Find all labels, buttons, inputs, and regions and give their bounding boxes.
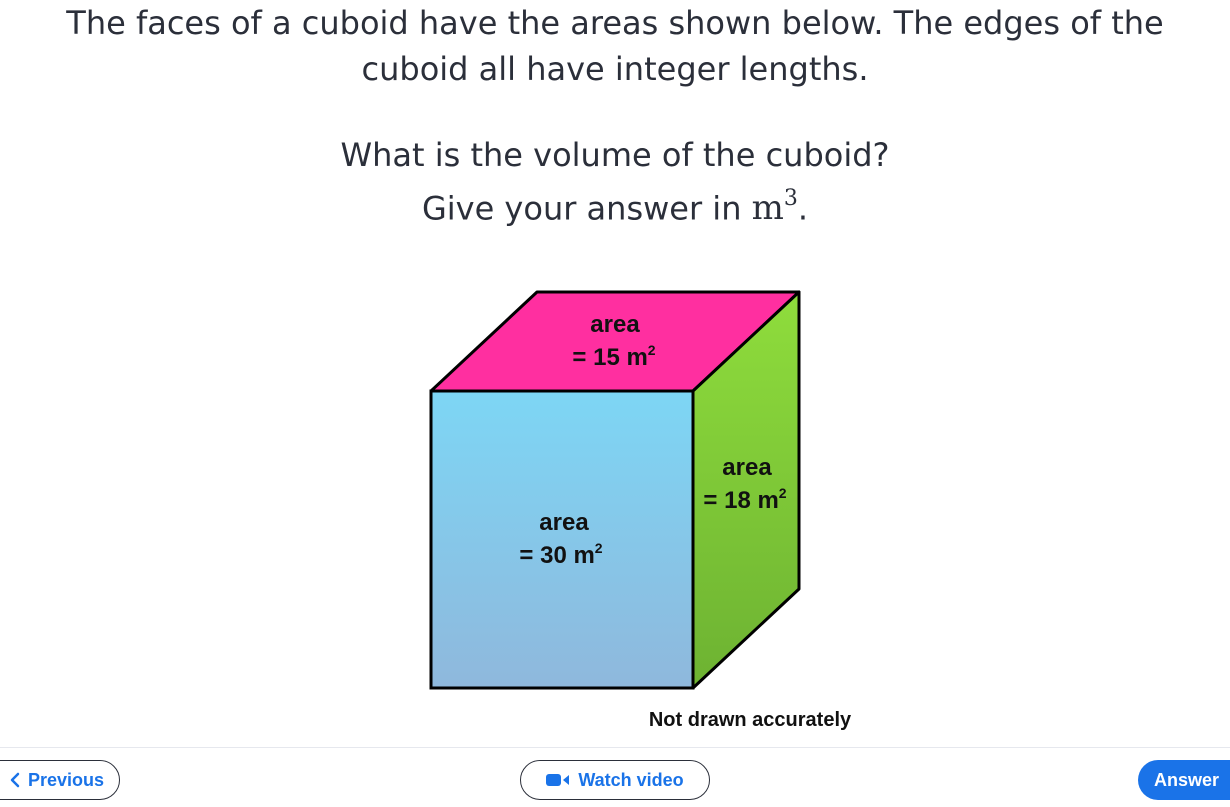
previous-button[interactable]: Previous: [0, 760, 120, 800]
chevron-left-icon: [10, 772, 20, 788]
top-face-value: = 15 m2: [572, 342, 655, 371]
previous-button-label: Previous: [27, 769, 105, 790]
front-face-value: = 30 m2: [519, 540, 602, 569]
watch-video-button[interactable]: Watch video: [520, 760, 710, 800]
side-face-label: area: [722, 454, 772, 481]
side-face-value: = 18 m2: [703, 485, 786, 514]
not-drawn-accurately-note: Not drawn accurately: [649, 709, 852, 731]
front-face-label: area: [539, 509, 589, 536]
question-page: The faces of a cuboid have the areas sho…: [0, 0, 1230, 807]
answer-button-label: Answer: [1154, 769, 1220, 790]
top-face-label: area: [590, 311, 640, 338]
front-face: [429, 389, 695, 690]
footer-divider: [0, 747, 1230, 748]
watch-video-button-label: Watch video: [578, 769, 684, 790]
video-camera-icon: [546, 773, 570, 787]
answer-button[interactable]: Answer: [1138, 760, 1230, 800]
cuboid-figure: area = 15 m2 area = 18 m2 area = 30 m2 N…: [429, 290, 852, 731]
